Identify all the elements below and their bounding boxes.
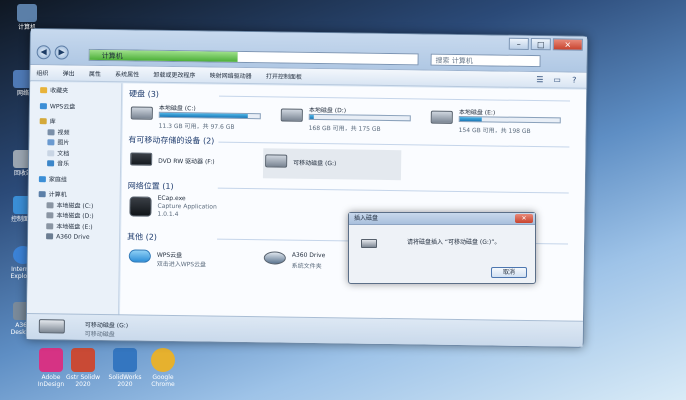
drive-icon (280, 108, 303, 122)
dialog-close-button[interactable]: ✕ (515, 214, 533, 223)
drive-icon (430, 110, 453, 124)
desktop-icon-solidworks[interactable]: SolidWorks 2020 (104, 348, 146, 398)
nav-computer[interactable]: 计算机 (29, 190, 120, 202)
cloud-icon (39, 102, 47, 109)
forward-button[interactable]: ▶ (54, 45, 69, 60)
drive-icon (130, 106, 153, 120)
close-button[interactable]: ✕ (552, 38, 583, 51)
desktop-icon-computer[interactable]: 计算机 (6, 4, 48, 31)
chrome-icon (151, 348, 175, 372)
dialog-message: 请将磁盘插入 “可移动磁盘 (G:)”。 (407, 239, 501, 246)
toolbar-system-properties[interactable]: 系统属性 (109, 66, 145, 82)
network-item-ecap[interactable]: ECap.exe Capture Application 1.0.1.4 (127, 192, 267, 230)
video-icon (47, 128, 55, 135)
desktop-icon-chrome[interactable]: Google Chrome (142, 348, 184, 398)
nav-libraries[interactable]: 库 (30, 117, 121, 129)
desktop-icon-gstr[interactable]: Gstr Solidw 2020 (62, 348, 104, 398)
indesign-icon (39, 348, 63, 372)
music-icon (47, 160, 55, 167)
drive-c[interactable]: 本地磁盘 (C:) 11.3 GB 可用，共 97.6 GB (129, 100, 269, 132)
cancel-button[interactable]: 取消 (491, 267, 527, 278)
explorer-window: – □ ✕ ◀ ▶ 计算机 搜索 计算机 组织 弹出 属性 系统属性 卸载或更改… (25, 28, 588, 348)
a360-icon (46, 233, 54, 240)
drive-e[interactable]: 本地磁盘 (E:) 154 GB 可用，共 198 GB (429, 105, 569, 137)
dialog-title: 插入磁盘 (349, 213, 535, 225)
document-icon (47, 149, 55, 156)
removable-disk-icon (38, 319, 65, 334)
minimize-button[interactable]: – (508, 37, 529, 50)
toolbar-map-drive[interactable]: 映射网络驱动器 (204, 67, 258, 83)
drive-d-usage-fill (309, 114, 314, 119)
computer-icon (38, 191, 46, 198)
address-text: 计算机 (101, 52, 123, 61)
other-item-wps-cloud[interactable]: WPS云盘 双击进入WPS云盘 (127, 243, 267, 275)
nav-favorites[interactable]: 收藏夹 (30, 86, 121, 98)
removable-disk-icon (265, 154, 288, 168)
drive-icon (46, 212, 54, 219)
computer-icon (17, 4, 37, 22)
navigation-pane: 收藏夹 WPS云盘 库 视频 图片 文档 音乐 家庭组 计算机 本地磁盘 (C:… (27, 82, 123, 316)
help-icon[interactable]: ? (568, 75, 580, 86)
view-options-icon[interactable]: ☰ (534, 74, 546, 85)
toolbar-uninstall[interactable]: 卸载或更改程序 (147, 67, 201, 83)
nav-a360-drive[interactable]: A360 Drive (28, 232, 119, 244)
search-input[interactable]: 搜索 计算机 (430, 53, 541, 68)
nav-homegroup[interactable]: 家庭组 (29, 174, 120, 186)
homegroup-icon (38, 175, 46, 182)
drive-c-usage-bar (158, 111, 261, 120)
removable-disk-icon (361, 239, 377, 248)
toolbar-control-panel[interactable]: 打开控制面板 (260, 68, 308, 84)
nav-wps-cloud[interactable]: WPS云盘 (30, 102, 121, 114)
drive-icon (46, 222, 54, 229)
maximize-button[interactable]: □ (530, 37, 551, 51)
library-icon (39, 118, 47, 125)
solidworks2-icon (113, 348, 137, 372)
insert-disk-dialog: 插入磁盘 ✕ 请将磁盘插入 “可移动磁盘 (G:)”。 取消 (348, 212, 536, 284)
toolbar-organize[interactable]: 组织 (30, 65, 54, 80)
toolbar-eject[interactable]: 弹出 (57, 65, 81, 80)
camera-icon (129, 196, 152, 217)
solidworks-icon (71, 348, 95, 372)
picture-icon (47, 139, 55, 146)
drive-g-removable[interactable]: 可移动磁盘 (G:) (262, 148, 402, 181)
drive-d[interactable]: 本地磁盘 (D:) 168 GB 可用，共 175 GB (279, 102, 419, 134)
preview-pane-icon[interactable]: ▭ (551, 74, 563, 85)
dvd-drive-icon (130, 152, 153, 166)
drive-f-dvd[interactable]: DVD RW 驱动器 (F:) (128, 146, 268, 178)
drive-c-usage-fill (159, 112, 248, 119)
content-pane: 硬盘 (3) 本地磁盘 (C:) 11.3 GB 可用，共 97.6 GB 本地… (119, 83, 587, 322)
address-bar[interactable]: 计算机 (88, 48, 419, 66)
toolbar-properties[interactable]: 属性 (83, 66, 107, 81)
back-button[interactable]: ◀ (36, 45, 51, 60)
cloud-icon (128, 249, 151, 263)
star-icon (40, 87, 48, 94)
drive-d-usage-bar (308, 113, 411, 122)
drive-e-usage-fill (459, 117, 482, 122)
a360-icon (263, 251, 286, 265)
drive-icon (46, 201, 54, 208)
drive-e-usage-bar (458, 115, 561, 124)
